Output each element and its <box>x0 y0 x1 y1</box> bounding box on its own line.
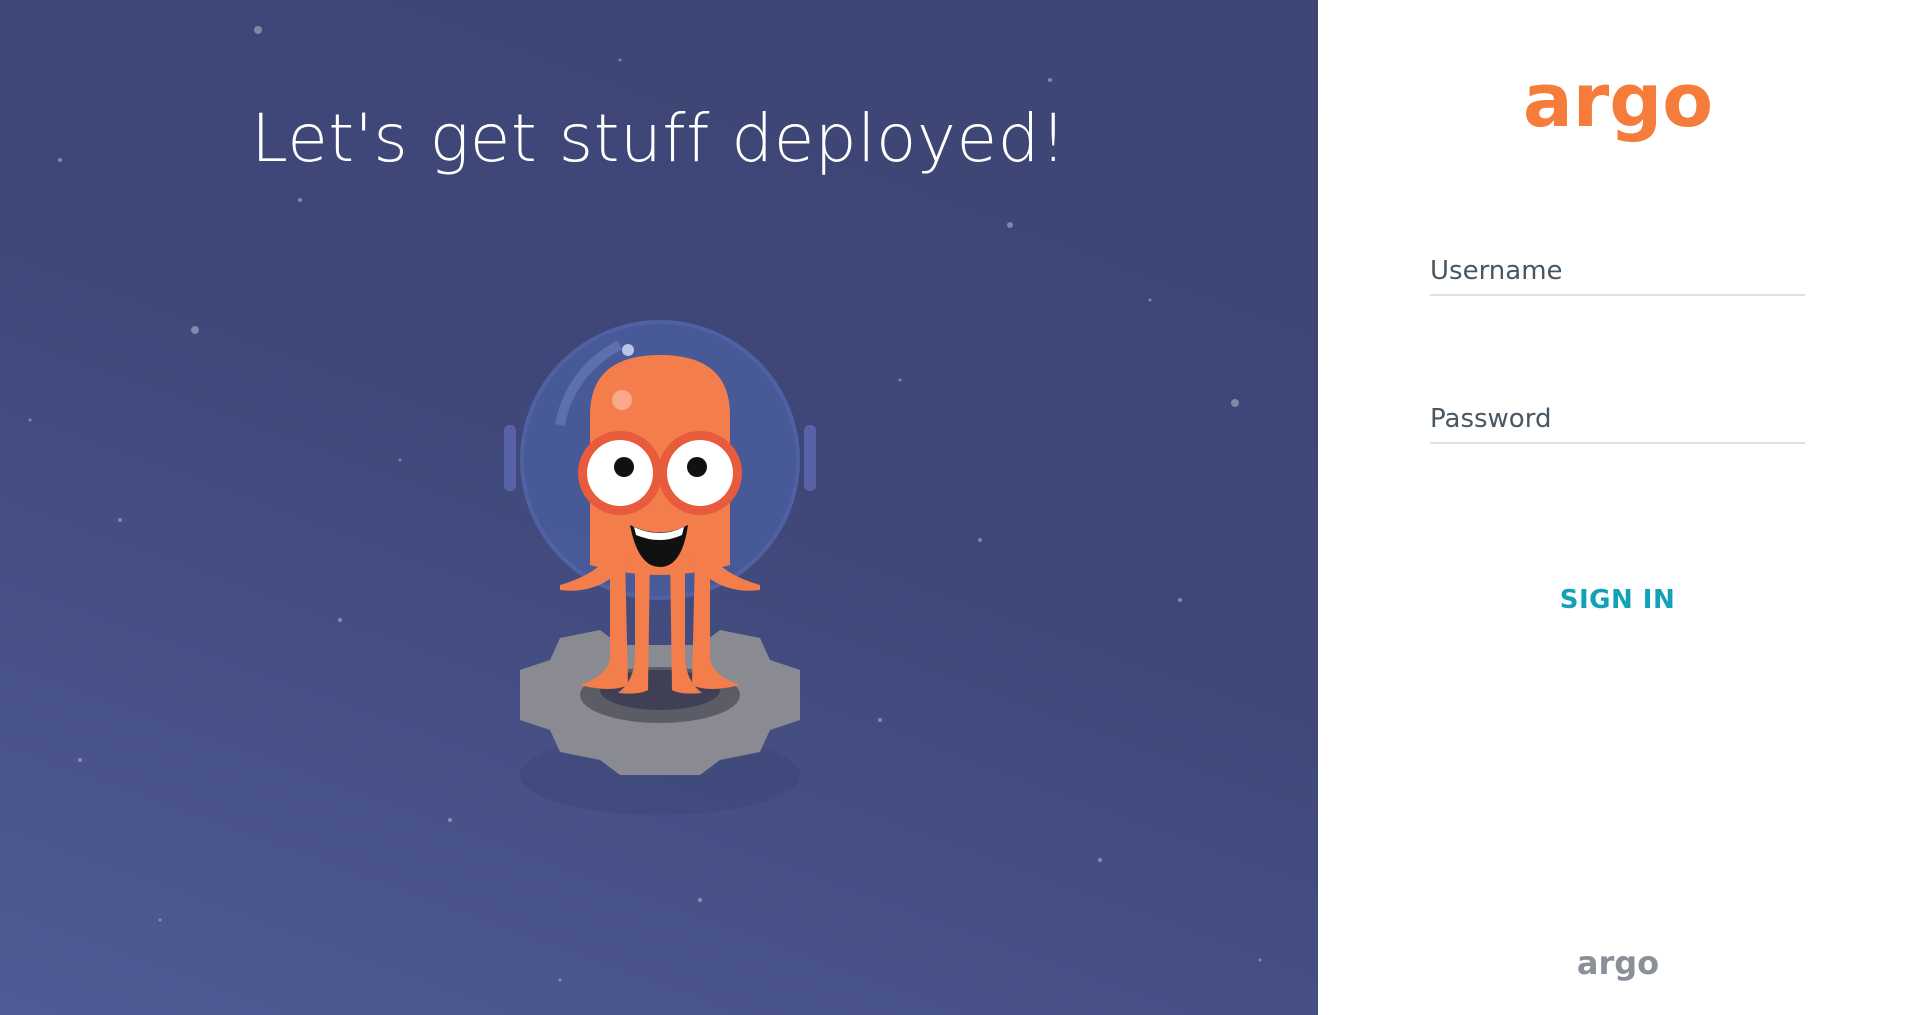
username-field[interactable] <box>1430 256 1805 296</box>
argo-octopus-mascot-icon <box>504 320 816 815</box>
svg-text:argo: argo <box>1523 62 1713 144</box>
hero-title: Let's get stuff deployed! <box>251 100 1067 177</box>
username-input[interactable] <box>1430 256 1805 286</box>
footer-argo-logo-icon: argo <box>1577 944 1659 982</box>
svg-text:argo: argo <box>1577 944 1659 982</box>
login-page: Let's get stuff deployed! argo Username … <box>0 0 1918 1015</box>
sign-in-button[interactable]: SIGN IN <box>1430 584 1805 616</box>
hero-panel: Let's get stuff deployed! <box>0 0 1318 1015</box>
login-panel: argo SIGN IN argo <box>1318 0 1918 1015</box>
password-field[interactable] <box>1430 404 1805 444</box>
password-input[interactable] <box>1430 404 1805 434</box>
argo-logo-icon: argo <box>1523 62 1713 144</box>
